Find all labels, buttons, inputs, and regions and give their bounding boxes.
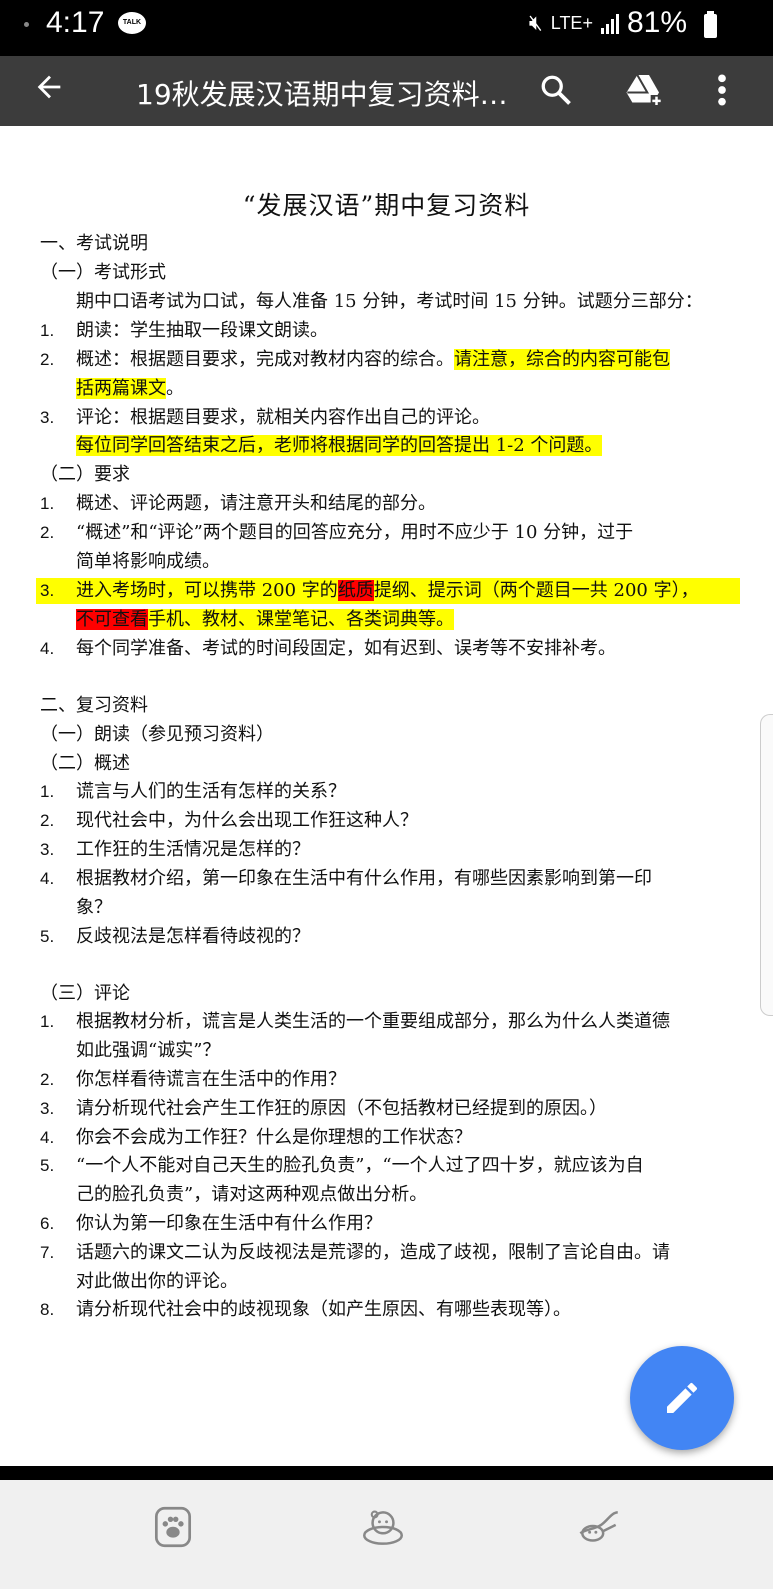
status-bar: 4:17 TALK 🔇︎ LTE+ 81% [0,0,773,56]
list-number: 1. [40,321,55,340]
paragraph: 期中口语考试为口试，每人准备 15 分钟，考试时间 15 分钟。试题分三部分： [76,291,703,312]
edit-button[interactable] [630,1346,734,1450]
subsection-heading: （一）考试形式 [40,262,166,283]
battery-icon [704,11,717,38]
list-number: 3. [40,581,55,600]
list-number: 1. [40,494,55,513]
list-item: 每个同学准备、考试的时间段固定，如有迟到、误考等不安排补考。 [76,638,616,659]
edit-pencil-icon [667,1382,697,1413]
list-number: 1. [40,1012,55,1031]
search-icon[interactable] [538,70,574,110]
list-item: 现代社会中，为什么会出现工作狂这种人？ [76,810,418,831]
list-number: 2. [40,811,55,830]
subsection-heading: （二）要求 [40,464,130,485]
notification-dot [24,22,29,27]
list-item-continuation: 如此强调“诚实”？ [76,1040,221,1061]
document-title: 19秋发展汉语期中复习资料… [136,78,508,111]
red-highlighted-text: 不可查看 [76,609,148,630]
list-item-continuation: 括两篇课文。 [76,376,184,402]
list-number: 4. [40,869,55,888]
status-time: 4:17 [46,6,105,39]
app-bar: 19秋发展汉语期中复习资料… [0,56,773,126]
list-item: 你怎样看待谎言在生活中的作用？ [76,1069,346,1090]
list-number: 3. [40,840,55,859]
list-number: 5. [40,1156,55,1175]
highlighted-text: 提纲、提示词（两个题目一共 200 字）， [373,580,699,601]
list-item: 进入考场时，可以携带 200 字的纸质提纲、提示词（两个题目一共 200 字）， [76,578,699,604]
list-item-continuation: 简单将影响成绩。 [76,551,220,572]
highlighted-text: 括两篇课文 [76,378,166,399]
list-item-continuation: 对此做出你的评论。 [76,1271,238,1292]
list-item: 评论：根据题目要求，就相关内容作出自己的评论。 [76,407,490,428]
list-item-continuation: 每位同学回答结束之后，老师将根据同学的回答提出 1-2 个问题。 [76,433,603,459]
highlighted-text: 请注意，综合的内容可能包 [454,349,670,370]
signal-icon [600,12,619,34]
paw-icon[interactable] [148,1502,198,1552]
doc-heading: “发展汉语”期中复习资料 [242,191,531,220]
list-item: 根据教材分析，谎言是人类生活的一个重要组成部分，那么为什么人类道德 [76,1011,670,1032]
battery-percent: 81% [626,6,687,39]
list-number: 7. [40,1243,55,1262]
list-item: 朗读：学生抽取一段课文朗读。 [76,320,328,341]
add-to-drive-icon[interactable] [624,70,664,110]
list-number: 8. [40,1300,55,1319]
list-item: 反歧视法是怎样看待歧视的？ [76,926,310,947]
divider [0,1466,773,1480]
list-number: 2. [40,523,55,542]
list-item-text: 概述：根据题目要求，完成对教材内容的综合。 [76,349,454,370]
subsection-heading: （三）评论 [40,983,130,1004]
list-number: 3. [40,1099,55,1118]
list-item-continuation: 不可查看手机、教材、课堂笔记、各类词典等。 [76,607,454,633]
network-type: LTE+ [550,13,593,33]
list-number: 4. [40,1128,55,1147]
back-arrow-icon[interactable] [32,70,66,113]
list-number: 2. [40,1070,55,1089]
list-item: “一个人不能对自己天生的脸孔负责”，“一个人过了四十岁，就应该为自 [76,1155,644,1176]
list-item: 概述：根据题目要求，完成对教材内容的综合。请注意，综合的内容可能包 [76,347,670,373]
list-item: 请分析现代社会中的歧视现象（如产生原因、有哪些表现等）。 [76,1299,571,1320]
list-item: 根据教材介绍，第一印象在生活中有什么作用，有哪些因素影响到第一印 [76,868,652,889]
subsection-heading: （二）概述 [40,753,130,774]
list-number: 5. [40,927,55,946]
list-item: 你认为第一印象在生活中有什么作用？ [76,1213,382,1234]
list-number: 2. [40,350,55,369]
list-item-text: 。 [166,378,184,399]
list-number: 3. [40,408,55,427]
document-page: “发展汉语”期中复习资料 一、考试说明 （一）考试形式 期中口语考试为口试，每人… [0,126,773,1466]
list-item: 概述、评论两题，请注意开头和结尾的部分。 [76,493,436,514]
dog-character-icon[interactable] [574,1502,624,1552]
list-item-continuation: 象？ [76,897,112,918]
highlighted-text: 手机、教材、课堂笔记、各类词典等。 [148,609,454,630]
fast-scroll-handle[interactable] [760,714,773,1016]
list-item: 话题六的课文二认为反歧视法是荒谬的，造成了歧视，限制了言论自由。请 [76,1242,670,1263]
list-item: 工作狂的生活情况是怎样的？ [76,839,310,860]
kakaotalk-notification-icon: TALK [118,12,146,34]
list-number: 1. [40,782,55,801]
more-vert-icon[interactable] [712,70,732,110]
ryan-character-icon[interactable] [358,1502,408,1552]
list-item: “概述”和“评论”两个题目的回答应充分，用时不应少于 10 分钟，过于 [76,522,634,543]
section-heading: 二、复习资料 [40,695,148,716]
mute-icon: 🔇︎ [528,10,543,35]
highlighted-text: 进入考场时，可以携带 200 字的 [76,580,338,601]
subsection-heading: （一）朗读（参见预习资料） [40,724,274,745]
bottom-navigation [0,1480,773,1589]
highlighted-text: 每位同学回答结束之后，老师将根据同学的回答提出 1-2 个问题。 [76,435,603,456]
list-item: 请分析现代社会产生工作狂的原因（不包括教材已经提到的原因。） [76,1098,607,1119]
list-item-continuation: 己的脸孔负责”，请对这两种观点做出分析。 [76,1184,428,1205]
red-highlighted-text: 纸质 [337,580,374,601]
list-number: 4. [40,639,55,658]
list-item: 你会不会成为工作狂？什么是你理想的工作状态？ [76,1127,472,1148]
section-heading: 一、考试说明 [40,233,148,254]
list-number: 6. [40,1214,55,1233]
list-item: 谎言与人们的生活有怎样的关系？ [76,781,346,802]
